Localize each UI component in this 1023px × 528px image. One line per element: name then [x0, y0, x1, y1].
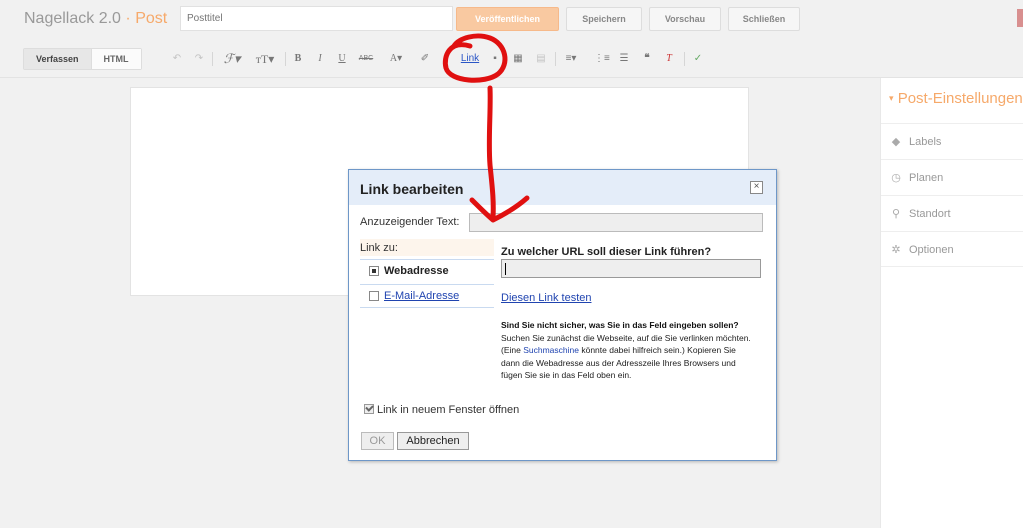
editor-toolbar: Verfassen HTML ↶ ↷ ℱ▾ тT▾ B I U ABC A▾ ✐…: [0, 40, 1023, 78]
link-button[interactable]: Link: [455, 49, 485, 69]
undo-icon[interactable]: ↶: [170, 49, 184, 69]
bullet-list-icon[interactable]: ☰: [617, 49, 631, 69]
save-button[interactable]: Speichern: [566, 7, 642, 31]
post-settings-heading-label: Post-Einstellungen: [897, 90, 1023, 107]
text-color-icon[interactable]: A▾: [386, 49, 406, 69]
post-settings-heading[interactable]: ▾ Post-Einstellungen: [881, 90, 1023, 114]
ok-button[interactable]: OK: [361, 432, 394, 450]
jump-break-icon[interactable]: ▤: [534, 49, 548, 69]
clock-icon: ◷: [891, 172, 901, 184]
top-bar: Nagellack 2.0 · Post Veröffentlichen Spe…: [0, 0, 1023, 40]
preview-button[interactable]: Vorschau: [649, 7, 721, 31]
font-family-icon[interactable]: ℱ▾: [219, 49, 245, 69]
url-question: Zu welcher URL soll dieser Link führen?: [501, 246, 712, 258]
new-window-checkbox[interactable]: [364, 404, 374, 414]
option-email-address[interactable]: E-Mail-Adresse: [360, 284, 494, 308]
close-button[interactable]: Schließen: [728, 7, 800, 31]
blog-name: Nagellack 2.0: [24, 10, 121, 27]
new-window-label: Link in neuem Fenster öffnen: [377, 404, 520, 416]
sidebar-item-label: Planen: [909, 172, 944, 184]
mode-tabs: Verfassen HTML: [23, 48, 142, 70]
sidebar-item-location[interactable]: ⚲ Standort: [881, 195, 1023, 231]
font-size-icon[interactable]: тT▾: [251, 49, 279, 69]
option-email-address-label[interactable]: E-Mail-Adresse: [384, 290, 459, 302]
underline-icon[interactable]: U: [336, 49, 348, 69]
toolbar-divider: [212, 52, 213, 66]
toolbar-divider: [555, 52, 556, 66]
clear-format-icon[interactable]: T: [662, 49, 676, 69]
sidebar-item-options[interactable]: ✲ Optionen: [881, 231, 1023, 267]
sidebar-item-schedule[interactable]: ◷ Planen: [881, 159, 1023, 195]
search-engine-keyword: Suchmaschine: [523, 345, 579, 355]
image-icon[interactable]: ▪: [488, 49, 502, 69]
link-to-label: Link zu:: [360, 242, 398, 254]
new-window-option[interactable]: Link in neuem Fenster öffnen: [364, 404, 519, 416]
strikethrough-icon[interactable]: ABC: [358, 49, 374, 69]
tag-icon: ◆: [891, 136, 901, 148]
spellcheck-icon[interactable]: ✓: [690, 49, 706, 69]
sidebar-item-label: Standort: [909, 208, 951, 220]
highlight-icon[interactable]: ✐: [418, 49, 432, 69]
italic-icon[interactable]: I: [314, 49, 326, 69]
display-text-input[interactable]: [469, 213, 763, 232]
gear-icon: ✲: [891, 244, 901, 256]
help-text: Sind Sie nicht sicher, was Sie in das Fe…: [501, 319, 757, 382]
cancel-button[interactable]: Abbrechen: [397, 432, 469, 450]
radio-web-address[interactable]: [369, 266, 379, 276]
post-title-input[interactable]: [180, 6, 453, 31]
blog-title: Nagellack 2.0 · Post: [24, 10, 167, 28]
toolbar-divider: [285, 52, 286, 66]
help-text-bold: Sind Sie nicht sicher, was Sie in das Fe…: [501, 320, 739, 330]
close-icon[interactable]: ×: [750, 181, 763, 194]
post-settings-sidebar: ▾ Post-Einstellungen ◆ Labels ◷ Planen ⚲ St…: [880, 78, 1023, 528]
sidebar-item-label: Labels: [909, 136, 942, 148]
test-link[interactable]: Diesen Link testen: [501, 292, 592, 304]
display-text-label: Anzuzeigender Text:: [360, 216, 460, 228]
sidebar-item-label: Optionen: [909, 244, 954, 256]
title-separator: ·: [125, 10, 131, 27]
publish-button[interactable]: Veröffentlichen: [456, 7, 559, 31]
numbered-list-icon[interactable]: ⋮≡: [594, 49, 610, 69]
sidebar-item-labels[interactable]: ◆ Labels: [881, 123, 1023, 159]
tab-html[interactable]: HTML: [90, 49, 141, 69]
redo-icon[interactable]: ↷: [192, 49, 206, 69]
text-caret: [505, 263, 506, 275]
blogger-post-editor: Nagellack 2.0 · Post Veröffentlichen Spe…: [0, 0, 1023, 528]
section-label: Post: [135, 10, 168, 27]
dialog-title: Link bearbeiten: [360, 181, 464, 197]
radio-email-address[interactable]: [369, 291, 379, 301]
option-web-address-label: Webadresse: [384, 265, 449, 277]
url-input[interactable]: [501, 259, 761, 278]
bold-icon[interactable]: B: [292, 49, 304, 69]
tab-compose[interactable]: Verfassen: [24, 49, 91, 69]
dialog-header: Link bearbeiten ×: [349, 170, 776, 205]
quote-icon[interactable]: ❝: [640, 49, 654, 69]
toolbar-divider: [684, 52, 685, 66]
avatar[interactable]: [1017, 9, 1023, 27]
option-web-address[interactable]: Webadresse: [360, 259, 494, 283]
edit-link-dialog: Link bearbeiten × Anzuzeigender Text: Li…: [348, 169, 777, 461]
location-pin-icon: ⚲: [891, 208, 901, 220]
align-icon[interactable]: ≡▾: [561, 49, 581, 69]
collapse-arrow-icon: ▾: [889, 93, 894, 103]
video-icon[interactable]: ▦: [510, 49, 526, 69]
